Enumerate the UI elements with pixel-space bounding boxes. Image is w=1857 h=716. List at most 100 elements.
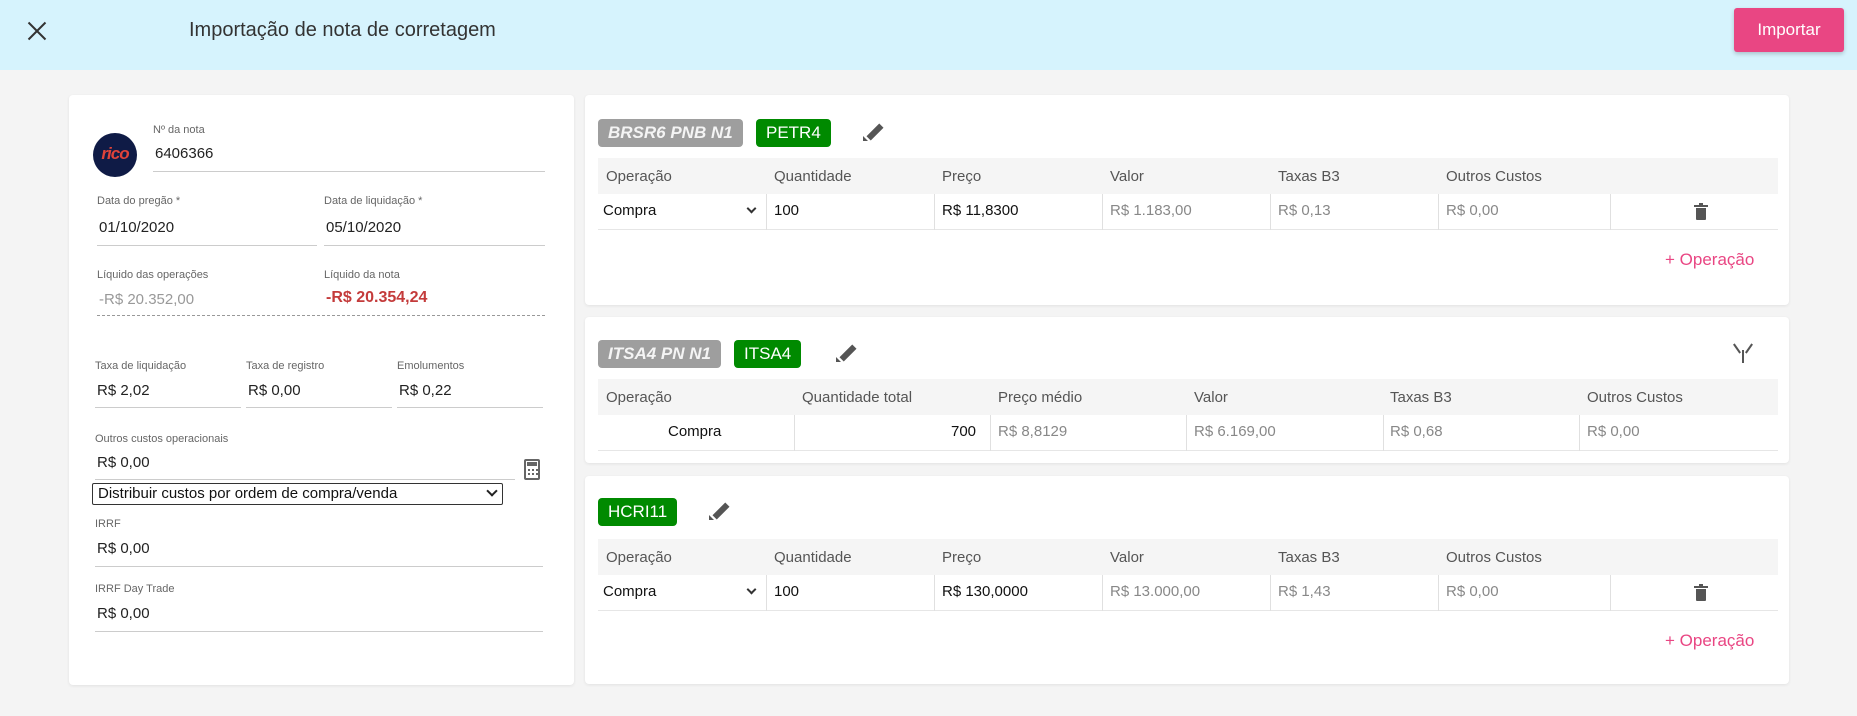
col-header-other-costs: Outros Custos: [1446, 168, 1542, 185]
other-costs-field[interactable]: R$ 0,00: [97, 454, 150, 471]
table-row: Compra 700 R$ 8,8129 R$ 6.169,00 R$ 0,68…: [598, 415, 1778, 451]
chevron-down-icon: [746, 203, 757, 214]
quantity-input[interactable]: 100: [774, 202, 799, 219]
trash-icon[interactable]: [1694, 203, 1708, 220]
add-operation-button[interactable]: + Operação: [1665, 631, 1754, 651]
operation-select[interactable]: Compra: [603, 583, 656, 600]
col-header-value: Valor: [1194, 389, 1228, 406]
table-row: Compra 100 R$ 11,8300 R$ 1.183,00 R$ 0,1…: [598, 194, 1778, 230]
col-header-quantity: Quantidade: [774, 549, 852, 566]
irrf-daytrade-field[interactable]: R$ 0,00: [97, 605, 150, 622]
col-header-other-costs: Outros Custos: [1446, 549, 1542, 566]
asset-card-petr4: BRSR6 PNB N1 PETR4 Operação Quantidade P…: [585, 95, 1789, 305]
fees-cell: R$ 1,43: [1278, 583, 1331, 600]
irrf-field[interactable]: R$ 0,00: [97, 540, 150, 557]
average-price-cell: R$ 8,8129: [998, 423, 1068, 440]
ticker-tag: HCRI11: [598, 498, 678, 526]
col-header-average-price: Preço médio: [998, 389, 1083, 406]
asset-card-itsa4: ITSA4 PN N1 ITSA4 Operação Quantidade to…: [585, 317, 1789, 463]
other-costs-label: Outros custos operacionais: [95, 433, 229, 445]
net-note-label: Líquido da nota: [324, 269, 400, 281]
irrf-label: IRRF: [95, 518, 121, 530]
table-row: Compra 100 R$ 130,0000 R$ 13.000,00 R$ 1…: [598, 575, 1778, 611]
top-bar: Importação de nota de corretagem Importa…: [0, 0, 1857, 70]
emoluments-label: Emolumentos: [397, 360, 465, 372]
col-header-value: Valor: [1110, 168, 1144, 185]
col-header-fees: Taxas B3: [1390, 389, 1452, 406]
value-cell: R$ 1.183,00: [1110, 202, 1192, 219]
other-costs-underline: [95, 479, 515, 480]
col-header-quantity: Quantidade: [774, 168, 852, 185]
operation-cell: Compra: [668, 423, 722, 440]
settle-fee-underline: [95, 407, 241, 408]
other-costs-cell: R$ 0,00: [1446, 202, 1499, 219]
edit-pencil-icon[interactable]: [861, 119, 887, 145]
page-title: Importação de nota de corretagem: [189, 19, 496, 41]
col-header-total-quantity: Quantidade total: [802, 389, 913, 406]
operations-table-header: Operação Quantidade Preço Valor Taxas B3…: [598, 539, 1778, 575]
trade-date-field[interactable]: 01/10/2020: [99, 219, 174, 236]
net-operations-value: -R$ 20.352,00: [99, 291, 195, 308]
close-icon[interactable]: [24, 18, 50, 44]
original-asset-tag: ITSA4 PN N1: [598, 340, 721, 368]
net-note-value: -R$ 20.354,24: [326, 289, 428, 306]
registration-fee-underline: [246, 407, 392, 408]
note-number-field[interactable]: 6406366: [155, 145, 213, 162]
import-button[interactable]: Importar: [1734, 8, 1844, 52]
col-header-price: Preço: [942, 549, 982, 566]
calculator-icon[interactable]: [524, 459, 540, 480]
asset-card-hcri11: HCRI11 Operação Quantidade Preço Valor T…: [585, 476, 1789, 684]
broker-logo-text: rico: [101, 144, 129, 163]
col-header-operation: Operação: [606, 549, 672, 566]
settle-date-field[interactable]: 05/10/2020: [326, 219, 401, 236]
registration-fee-label: Taxa de registro: [246, 360, 325, 372]
col-header-operation: Operação: [606, 389, 672, 406]
col-header-fees: Taxas B3: [1278, 168, 1340, 185]
trade-date-underline: [97, 245, 317, 246]
operations-table-header: Operação Quantidade total Preço médio Va…: [598, 379, 1778, 415]
price-input[interactable]: R$ 130,0000: [942, 583, 1028, 600]
ticker-tag: PETR4: [756, 119, 831, 147]
net-divider: [97, 315, 545, 316]
col-header-price: Preço: [942, 168, 982, 185]
other-costs-cell: R$ 0,00: [1446, 583, 1499, 600]
edit-pencil-icon[interactable]: [834, 340, 860, 366]
add-operation-button[interactable]: + Operação: [1665, 250, 1754, 270]
total-quantity-cell: 700: [951, 423, 977, 440]
emoluments-underline: [397, 407, 543, 408]
col-header-operation: Operação: [606, 168, 672, 185]
ticker-tag: ITSA4: [734, 340, 802, 368]
col-header-fees: Taxas B3: [1278, 549, 1340, 566]
value-cell: R$ 6.169,00: [1194, 423, 1276, 440]
registration-fee-field[interactable]: R$ 0,00: [248, 382, 301, 399]
cost-distribution-value: Distribuir custos por ordem de compra/ve…: [98, 485, 398, 502]
chevron-down-icon: [746, 584, 757, 595]
settle-fee-label: Taxa de liquidação: [95, 360, 187, 372]
quantity-input[interactable]: 100: [774, 583, 799, 600]
price-input[interactable]: R$ 11,8300: [942, 202, 1018, 219]
settle-date-label: Data de liquidação *: [324, 195, 423, 207]
trade-date-label: Data do pregão *: [97, 195, 181, 207]
note-number-label: Nº da nota: [153, 124, 205, 136]
cost-distribution-select[interactable]: Distribuir custos por ordem de compra/ve…: [92, 483, 503, 505]
broker-logo: rico: [93, 133, 137, 177]
col-header-value: Valor: [1110, 549, 1144, 566]
note-details-card: rico Nº da nota 6406366 Data do pregão *…: [69, 95, 574, 685]
operation-select[interactable]: Compra: [603, 202, 656, 219]
irrf-daytrade-label: IRRF Day Trade: [95, 583, 175, 595]
other-costs-cell: R$ 0,00: [1587, 423, 1640, 440]
irrf-underline: [95, 566, 543, 567]
settle-fee-field[interactable]: R$ 2,02: [97, 382, 150, 399]
col-header-other-costs: Outros Custos: [1587, 389, 1683, 406]
split-icon[interactable]: [1731, 340, 1755, 364]
settle-date-underline: [324, 245, 545, 246]
irrf-daytrade-underline: [95, 631, 543, 632]
edit-pencil-icon[interactable]: [707, 498, 733, 524]
note-number-underline: [153, 171, 545, 172]
value-cell: R$ 13.000,00: [1110, 583, 1201, 600]
operations-table-header: Operação Quantidade Preço Valor Taxas B3…: [598, 158, 1778, 194]
emoluments-field[interactable]: R$ 0,22: [399, 382, 452, 399]
net-operations-label: Líquido das operações: [97, 269, 209, 281]
original-asset-tag: BRSR6 PNB N1: [598, 119, 743, 147]
trash-icon[interactable]: [1694, 584, 1708, 601]
